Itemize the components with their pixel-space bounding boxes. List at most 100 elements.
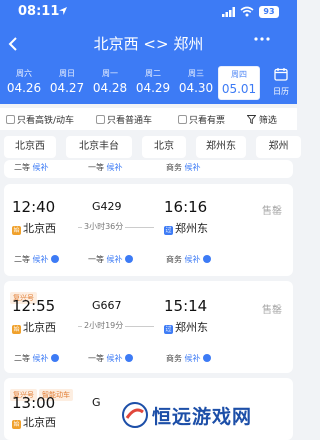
watermark-logo-icon [122,402,148,428]
seat-label: 二等 [14,255,30,264]
date-weekday: 周日 [59,69,75,78]
waitlist-plus-icon [125,354,134,362]
nav-bar: 北京西 <> 郑州 [0,30,297,58]
station-filter-row: 北京西 北京丰台 北京 郑州东 郑州 [0,134,301,160]
departure-station-name: 北京西 [23,222,56,235]
seat-availability-row: 二等 候补 一等 候补 商务 候补 [14,353,284,367]
waitlist-label: 候补 [184,163,201,172]
cellular-signal-icon [222,7,235,17]
seat-first-class: 一等 候补 [88,162,123,173]
seat-business-class: 商务 候补 [166,162,201,173]
funnel-icon [246,115,257,125]
calendar-button[interactable]: 日历 [266,66,296,97]
sold-out-status: 售罄 [262,206,282,217]
train-tags: 复兴号 [10,285,39,304]
waitlist-label: 候补 [32,354,49,363]
date-tab[interactable]: 周日 04.27 [46,66,88,100]
seat-second-class[interactable]: 二等 候补 [14,353,60,364]
seat-label: 一等 [88,354,104,363]
station-chip[interactable]: 郑州东 [196,136,246,158]
arrival-station: 过郑州东 [164,220,208,236]
checkbox-box [96,115,105,124]
seat-label: 二等 [14,354,30,363]
departure-station: 始北京西 [12,319,56,335]
waitlist-label: 候补 [106,255,123,264]
departure-station: 始北京西 [12,414,56,430]
pass-badge: 过 [164,226,173,235]
waitlist-label: 候补 [106,354,123,363]
departure-time: 13:00 [12,394,56,412]
station-chip[interactable]: 郑州 [256,136,301,158]
route-title[interactable]: 北京西 <> 郑州 [0,33,297,54]
status-bar: 08:11 93 [0,0,297,26]
arrival-time: 15:14 [164,297,208,315]
seat-second-class: 二等 候补 [14,162,49,173]
calendar-label: 日历 [273,87,289,96]
train-card[interactable]: 12:40 G429 16:16 售罄 始北京西 3小时36分 过郑州东 二等 … [4,184,293,276]
location-arrow-icon [59,7,67,15]
station-chip[interactable]: 北京西 [4,136,56,158]
arrival-station: 过郑州东 [164,319,208,335]
origin-badge: 始 [12,226,21,235]
train-card[interactable]: 复兴号 12:55 G667 15:14 售罄 始北京西 2小时19分 过郑州东… [4,281,293,373]
waitlist-label: 候补 [184,255,201,264]
waitlist-plus-icon [125,255,134,263]
date-tab[interactable]: 周二 04.29 [132,66,174,100]
date-weekday: 周四 [231,70,247,79]
seat-business-class[interactable]: 商务 候补 [166,254,212,265]
seat-availability-row: 二等 候补 一等 候补 商务 候补 [14,254,284,268]
pass-badge: 过 [164,325,173,334]
date-tab-selected[interactable]: 周四 05.01 [218,66,260,100]
seat-first-class[interactable]: 一等 候补 [88,353,134,364]
date-weekday: 周六 [16,69,32,78]
train-tags: 复兴号 智能动车 [10,382,75,401]
date-value: 05.01 [221,82,257,96]
origin-badge: 始 [12,325,21,334]
arrival-station-name: 郑州东 [175,321,208,334]
waitlist-label: 候补 [106,163,123,172]
waitlist-label: 候补 [32,163,49,172]
waitlist-plus-icon [51,255,60,263]
date-value: 04.26 [6,81,42,95]
date-weekday: 周一 [102,69,118,78]
filter-button[interactable]: 筛选 [246,113,277,126]
normal-train-checkbox[interactable]: 只看普通车 [96,113,152,126]
waitlist-plus-icon [51,354,60,362]
station-chip[interactable]: 北京丰台 [66,136,132,158]
train-card-partial[interactable]: 二等 候补 一等 候补 商务 候补 [4,160,293,178]
seat-label: 商务 [166,255,182,264]
train-number: G429 [92,200,122,213]
high-speed-checkbox[interactable]: 只看高铁/动车 [6,113,74,126]
date-value: 04.28 [92,81,128,95]
date-value: 04.29 [135,81,171,95]
date-tab[interactable]: 周六 04.26 [3,66,45,100]
status-time: 08:11 [18,4,60,19]
more-icon[interactable] [254,36,270,42]
site-watermark: 恒远游戏网 [120,396,297,436]
duration: 2小时19分 [82,320,126,331]
seat-business-class[interactable]: 商务 候补 [166,353,212,364]
seat-label: 商务 [166,354,182,363]
checkbox-label: 只看普通车 [107,116,153,126]
calendar-icon [274,68,288,81]
checkbox-box [6,115,15,124]
waitlist-plus-icon [203,354,212,362]
departure-station: 始北京西 [12,220,56,236]
station-chip[interactable]: 北京 [142,136,186,158]
date-tab[interactable]: 周一 04.28 [89,66,131,100]
filter-bar: 只看高铁/动车 只看普通车 只看有票 筛选 [0,108,297,130]
departure-station-name: 北京西 [23,416,56,429]
watermark-text: 恒远游戏网 [152,406,253,428]
seat-label: 二等 [14,163,30,172]
waitlist-plus-icon [203,255,212,263]
train-number: G [92,396,101,409]
seat-first-class[interactable]: 一等 候补 [88,254,134,265]
available-checkbox[interactable]: 只看有票 [178,113,225,126]
arrival-time: 16:16 [164,198,208,216]
seat-second-class[interactable]: 二等 候补 [14,254,60,265]
checkbox-box [178,115,187,124]
seat-label: 商务 [166,163,182,172]
filter-label: 筛选 [258,116,277,126]
wifi-icon [240,6,254,17]
date-tab[interactable]: 周三 04.30 [175,66,217,100]
